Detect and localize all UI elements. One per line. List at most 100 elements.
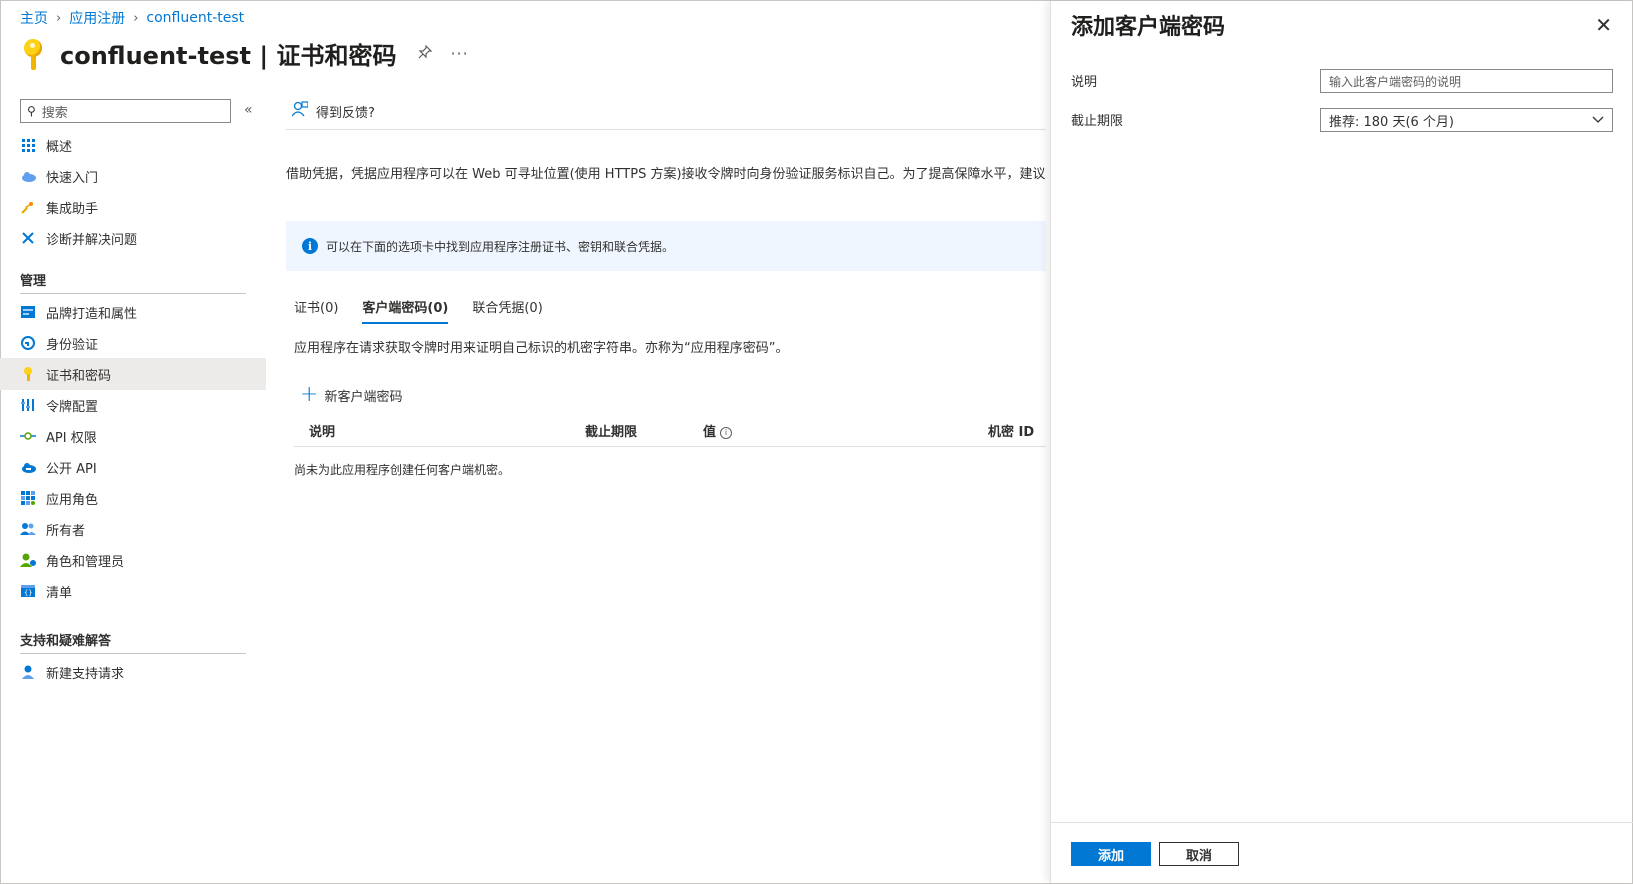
cloud-icon: [20, 168, 36, 184]
auth-icon: [20, 335, 36, 351]
sidebar-item-manifest[interactable]: {} 清单: [0, 575, 266, 607]
info-banner: i 可以在下面的选项卡中找到应用程序注册证书、密钥和联合凭据。: [286, 221, 1046, 271]
empty-state-message: 尚未为此应用程序创建任何客户端机密。: [294, 463, 511, 477]
feedback-icon: [291, 101, 309, 121]
expires-select[interactable]: 推荐: 180 天(6 个月): [1320, 108, 1613, 132]
column-header-description: 说明: [309, 425, 336, 440]
description-input[interactable]: 输入此客户端密码的说明: [1320, 69, 1613, 93]
section-manage: 管理: [20, 274, 47, 289]
rocket-icon: [20, 199, 36, 215]
breadcrumb-app-registrations[interactable]: 应用注册: [69, 8, 125, 28]
new-client-secret-label: 新客户端密码: [324, 389, 403, 405]
description-placeholder: 输入此客户端密码的说明: [1329, 74, 1462, 89]
more-icon[interactable]: ···: [450, 44, 468, 63]
api-icon: [20, 428, 36, 444]
sidebar-item-label: 快速入门: [46, 170, 99, 186]
collapse-sidebar-icon[interactable]: «: [244, 102, 253, 118]
cloud-api-icon: [20, 459, 36, 475]
info-icon[interactable]: i: [720, 426, 733, 439]
search-placeholder: 搜索: [41, 105, 68, 121]
tab-client-secrets[interactable]: 客户端密码(0): [362, 297, 449, 324]
sidebar-item-label: 集成助手: [46, 201, 99, 217]
app-roles-icon: [20, 490, 36, 506]
tab-federated-credentials[interactable]: 联合凭据(0): [472, 297, 542, 324]
cancel-button[interactable]: 取消: [1159, 842, 1239, 866]
key-icon: [20, 366, 36, 382]
sidebar-item-label: 概述: [46, 139, 73, 155]
owners-icon: [20, 521, 36, 537]
plus-icon: +: [300, 382, 319, 407]
client-secret-description: 应用程序在请求获取令牌时用来证明自己标识的机密字符串。亦称为“应用程序密码”。: [294, 341, 789, 356]
sidebar-item-label: 新建支持请求: [46, 666, 125, 682]
info-icon: i: [302, 238, 318, 254]
feedback-label: 得到反馈?: [316, 105, 375, 121]
grid-icon: [20, 137, 36, 153]
search-icon: ⚲: [27, 104, 36, 118]
page-header: confluent-test | 证书和密码 ···: [20, 36, 469, 71]
expires-label: 截止期限: [1071, 114, 1124, 129]
sidebar-item-label: 应用角色: [46, 492, 99, 508]
sidebar-item-label: 所有者: [46, 523, 86, 539]
pin-icon[interactable]: [418, 44, 433, 63]
close-icon[interactable]: ✕: [1595, 13, 1612, 37]
support-icon: [20, 664, 36, 680]
sidebar-item-overview[interactable]: 概述: [0, 129, 266, 161]
page-description: 借助凭据，凭据应用程序可以在 Web 可寻址位置(使用 HTTPS 方案)接收令…: [286, 167, 1046, 182]
chevron-down-icon: [1592, 113, 1604, 127]
tab-certificates[interactable]: 证书(0): [294, 297, 338, 324]
divider: [286, 129, 1046, 130]
token-icon: [20, 397, 36, 413]
sidebar-item-label: 角色和管理员: [46, 554, 125, 570]
sidebar-search-input[interactable]: ⚲ 搜索: [20, 99, 231, 123]
column-header-value: 值i: [703, 421, 733, 440]
sidebar-item-api-permissions[interactable]: API 权限: [0, 420, 266, 452]
expires-selected-value: 推荐: 180 天(6 个月): [1329, 114, 1455, 130]
svg-text:{}: {}: [24, 589, 32, 597]
description-label: 说明: [1071, 75, 1098, 90]
manifest-icon: {}: [20, 583, 36, 599]
sidebar-item-certificates-secrets[interactable]: 证书和密码: [0, 358, 266, 390]
sidebar-item-label: 令牌配置: [46, 399, 99, 415]
divider: [20, 653, 246, 654]
sidebar-item-token-config[interactable]: 令牌配置: [0, 389, 266, 421]
key-icon: [20, 37, 46, 71]
branding-icon: [20, 304, 36, 320]
breadcrumb-home[interactable]: 主页: [20, 8, 48, 28]
sidebar-item-label: 证书和密码: [46, 368, 112, 384]
chevron-right-icon: ›: [133, 10, 139, 26]
sidebar-item-label: 身份验证: [46, 337, 99, 353]
divider: [1051, 822, 1633, 823]
page-title: confluent-test | 证书和密码: [60, 42, 397, 70]
wrench-icon: [20, 230, 36, 246]
column-header-expires: 截止期限: [585, 425, 638, 440]
sidebar-item-authentication[interactable]: 身份验证: [0, 327, 266, 359]
chevron-right-icon: ›: [56, 10, 62, 26]
add-button[interactable]: 添加: [1071, 842, 1151, 866]
feedback-button[interactable]: 得到反馈?: [291, 101, 375, 121]
breadcrumb: 主页 › 应用注册 › confluent-test: [20, 8, 244, 28]
sidebar-item-label: 清单: [46, 585, 73, 601]
divider: [20, 293, 246, 294]
sidebar-item-diagnose[interactable]: 诊断并解决问题: [0, 222, 266, 254]
sidebar-item-expose-api[interactable]: 公开 API: [0, 451, 266, 483]
add-client-secret-panel: 添加客户端密码 ✕ 说明 输入此客户端密码的说明 截止期限 推荐: 180 天(…: [1050, 1, 1633, 883]
section-support: 支持和疑难解答: [20, 634, 112, 649]
sidebar-item-roles-admins[interactable]: 角色和管理员: [0, 544, 266, 576]
sidebar-item-new-support-request[interactable]: 新建支持请求: [0, 656, 266, 688]
info-text: 可以在下面的选项卡中找到应用程序注册证书、密钥和联合凭据。: [326, 239, 675, 254]
tab-bar: 证书(0) 客户端密码(0) 联合凭据(0): [294, 297, 567, 324]
column-header-secret-id: 机密 ID: [988, 425, 1035, 440]
breadcrumb-app[interactable]: confluent-test: [146, 10, 244, 26]
sidebar-item-integration-assistant[interactable]: 集成助手: [0, 191, 266, 223]
sidebar-item-label: 诊断并解决问题: [46, 232, 138, 248]
panel-title: 添加客户端密码: [1071, 15, 1226, 40]
table-divider: [294, 446, 1046, 447]
sidebar-item-label: 品牌打造和属性: [46, 306, 138, 322]
new-client-secret-button[interactable]: + 新客户端密码: [300, 384, 402, 406]
sidebar-item-owners[interactable]: 所有者: [0, 513, 266, 545]
sidebar-item-label: 公开 API: [46, 461, 97, 477]
sidebar-item-quickstart[interactable]: 快速入门: [0, 160, 266, 192]
roles-admin-icon: [20, 552, 36, 568]
sidebar-item-branding[interactable]: 品牌打造和属性: [0, 296, 266, 328]
sidebar-item-app-roles[interactable]: 应用角色: [0, 482, 266, 514]
